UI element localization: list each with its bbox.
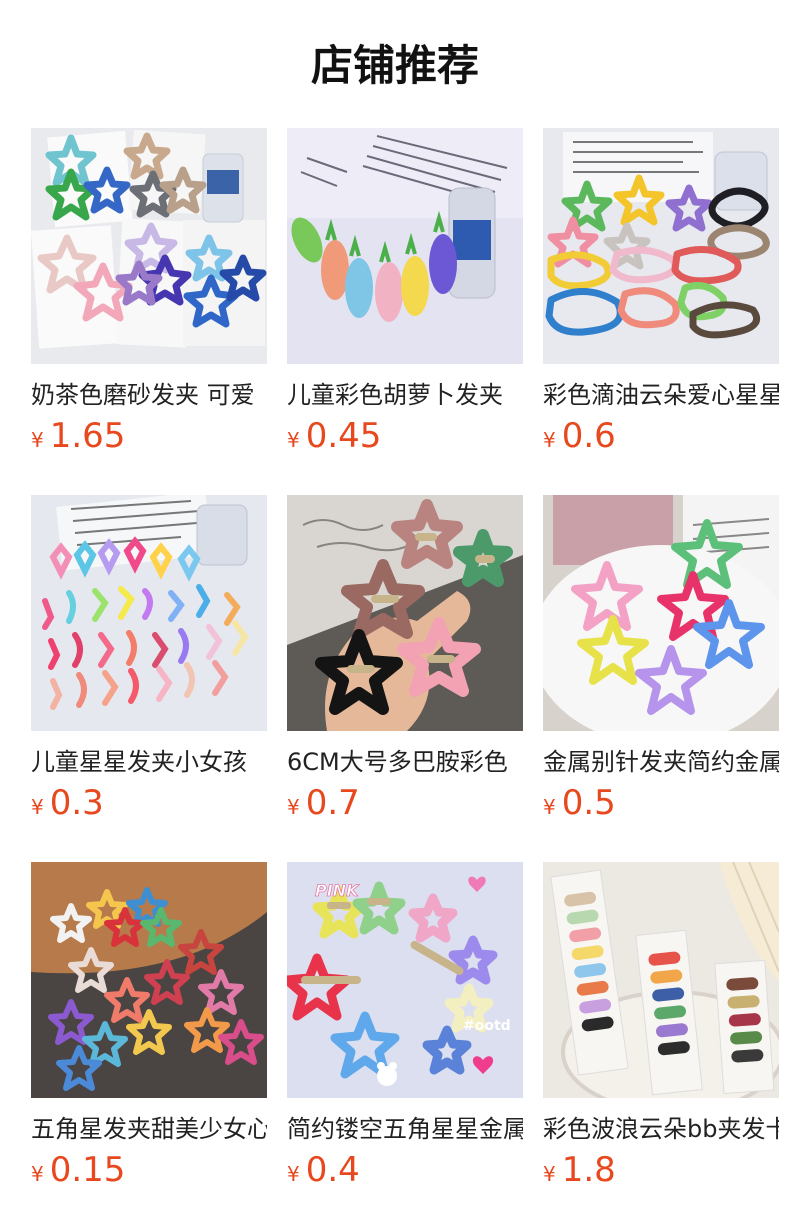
product-image[interactable] bbox=[287, 495, 523, 731]
product-card[interactable]: 6CM大号多巴胺彩色 ¥0.7 bbox=[287, 495, 523, 825]
product-price: ¥0.6 bbox=[543, 416, 616, 456]
price-amount: 0.15 bbox=[49, 1150, 126, 1190]
product-name[interactable]: 儿童彩色胡萝卜发夹 bbox=[287, 378, 523, 412]
product-card[interactable]: PINK #ootd 简约镂空五角星星金属 ¥0.4 bbox=[287, 862, 523, 1192]
product-image[interactable] bbox=[31, 495, 267, 731]
product-name[interactable]: 彩色波浪云朵bb夹发卡 bbox=[543, 1112, 779, 1146]
currency-symbol: ¥ bbox=[287, 428, 300, 452]
price-amount: 1.8 bbox=[561, 1150, 616, 1190]
product-price: ¥0.3 bbox=[31, 783, 104, 823]
product-name[interactable]: 简约镂空五角星星金属 bbox=[287, 1112, 523, 1146]
product-price: ¥0.5 bbox=[543, 783, 616, 823]
price-amount: 0.7 bbox=[305, 783, 360, 823]
product-name[interactable]: 儿童星星发夹小女孩 bbox=[31, 745, 267, 779]
product-card[interactable]: 彩色波浪云朵bb夹发卡 ¥1.8 bbox=[543, 862, 779, 1192]
price-amount: 1.65 bbox=[49, 416, 126, 456]
product-price: ¥0.15 bbox=[31, 1150, 125, 1190]
product-name[interactable]: 彩色滴油云朵爱心星星 bbox=[543, 378, 779, 412]
price-amount: 0.5 bbox=[561, 783, 616, 823]
product-card[interactable]: 金属别针发夹简约金属 ¥0.5 bbox=[543, 495, 779, 825]
currency-symbol: ¥ bbox=[543, 428, 556, 452]
currency-symbol: ¥ bbox=[543, 1162, 556, 1186]
product-image[interactable] bbox=[31, 128, 267, 364]
product-price: ¥0.4 bbox=[287, 1150, 360, 1190]
product-image[interactable] bbox=[287, 128, 523, 364]
product-name[interactable]: 奶茶色磨砂发夹 可爱 bbox=[31, 378, 267, 412]
currency-symbol: ¥ bbox=[287, 1162, 300, 1186]
svg-text:#ootd: #ootd bbox=[463, 1018, 511, 1034]
product-image[interactable]: PINK #ootd bbox=[287, 862, 523, 1098]
product-image[interactable] bbox=[31, 862, 267, 1098]
price-amount: 0.4 bbox=[305, 1150, 360, 1190]
page-title: 店铺推荐 bbox=[310, 41, 479, 90]
product-price: ¥0.7 bbox=[287, 783, 360, 823]
product-card[interactable]: 五角星发夹甜美少女心 ¥0.15 bbox=[31, 862, 267, 1192]
price-amount: 0.3 bbox=[49, 783, 104, 823]
product-image[interactable] bbox=[543, 128, 779, 364]
currency-symbol: ¥ bbox=[31, 795, 44, 819]
price-amount: 0.6 bbox=[561, 416, 616, 456]
product-price: ¥1.65 bbox=[31, 416, 125, 456]
product-price: ¥0.45 bbox=[287, 416, 381, 456]
product-image[interactable] bbox=[543, 495, 779, 731]
currency-symbol: ¥ bbox=[31, 1162, 44, 1186]
price-amount: 0.45 bbox=[305, 416, 382, 456]
product-card[interactable]: 彩色滴油云朵爱心星星 ¥0.6 bbox=[543, 128, 779, 458]
svg-text:PINK: PINK bbox=[315, 881, 360, 900]
product-name[interactable]: 金属别针发夹简约金属 bbox=[543, 745, 779, 779]
product-card[interactable]: 儿童星星发夹小女孩 ¥0.3 bbox=[31, 495, 267, 825]
product-image[interactable] bbox=[543, 862, 779, 1098]
product-price: ¥1.8 bbox=[543, 1150, 616, 1190]
product-name[interactable]: 6CM大号多巴胺彩色 bbox=[287, 745, 523, 779]
currency-symbol: ¥ bbox=[543, 795, 556, 819]
product-card[interactable]: 儿童彩色胡萝卜发夹 ¥0.45 bbox=[287, 128, 523, 458]
product-name[interactable]: 五角星发夹甜美少女心 bbox=[31, 1112, 267, 1146]
currency-symbol: ¥ bbox=[287, 795, 300, 819]
product-card[interactable]: 奶茶色磨砂发夹 可爱 ¥1.65 bbox=[31, 128, 267, 458]
currency-symbol: ¥ bbox=[31, 428, 44, 452]
